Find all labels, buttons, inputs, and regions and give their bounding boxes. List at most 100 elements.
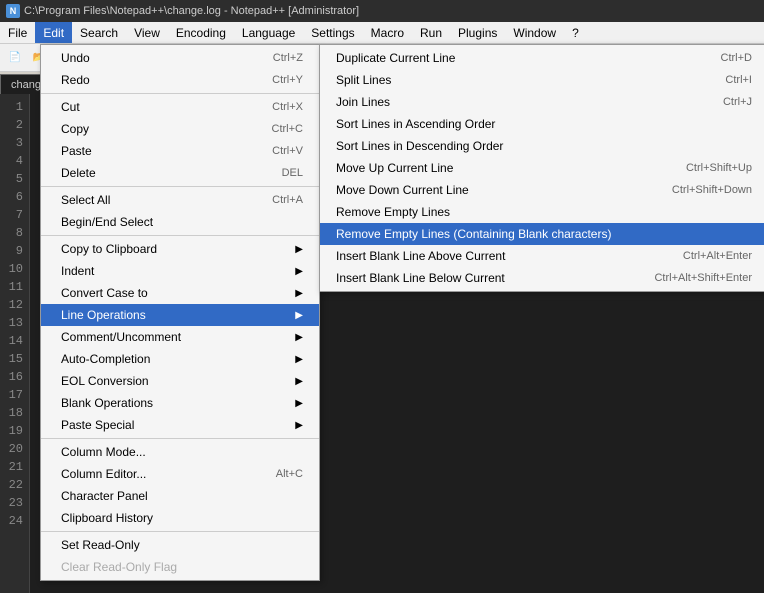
menu-pastespecial[interactable]: Paste Special ▶ [41, 414, 319, 436]
setreadonly-label: Set Read-Only [61, 538, 140, 552]
commentuncomment-label: Comment/Uncomment [61, 330, 181, 344]
menu-lineops[interactable]: Line Operations ▶ [41, 304, 319, 326]
convertcase-label: Convert Case to [61, 286, 148, 300]
duplicateline-shortcut: Ctrl+D [721, 52, 752, 64]
blankops-label: Blank Operations [61, 396, 153, 410]
clearreadonly-label: Clear Read-Only Flag [61, 560, 177, 574]
title-text: C:\Program Files\Notepad++\change.log - … [24, 5, 359, 17]
menu-charpanel[interactable]: Character Panel [41, 485, 319, 507]
submenu-duplicateline[interactable]: Duplicate Current Line Ctrl+D [320, 47, 764, 69]
menu-copytoclipboard[interactable]: Copy to Clipboard ▶ [41, 238, 319, 260]
paste-shortcut: Ctrl+V [272, 145, 303, 157]
submenu-sortdesc[interactable]: Sort Lines in Descending Order [320, 135, 764, 157]
copy-shortcut: Ctrl+C [272, 123, 303, 135]
removeempty-label: Remove Empty Lines [336, 205, 450, 219]
menu-redo[interactable]: Redo Ctrl+Y [41, 69, 319, 91]
menu-run[interactable]: Run [412, 22, 450, 43]
submenu-sortasc[interactable]: Sort Lines in Ascending Order [320, 113, 764, 135]
removeemptywithblank-label: Remove Empty Lines (Containing Blank cha… [336, 227, 611, 241]
indent-label: Indent [61, 264, 94, 278]
movedown-label: Move Down Current Line [336, 183, 469, 197]
menu-sep-2 [41, 186, 319, 187]
menu-settings[interactable]: Settings [303, 22, 362, 43]
submenu-movedown[interactable]: Move Down Current Line Ctrl+Shift+Down [320, 179, 764, 201]
menu-sep-4 [41, 438, 319, 439]
menu-macro[interactable]: Macro [363, 22, 412, 43]
selectall-label: Select All [61, 193, 110, 207]
insertblankbelow-label: Insert Blank Line Below Current [336, 271, 505, 285]
columneditor-label: Column Editor... [61, 467, 146, 481]
lineops-arrow: ▶ [295, 310, 303, 321]
joinlines-label: Join Lines [336, 95, 390, 109]
joinlines-shortcut: Ctrl+J [723, 96, 752, 108]
menu-sep-1 [41, 93, 319, 94]
charpanel-label: Character Panel [61, 489, 148, 503]
blankops-arrow: ▶ [295, 398, 303, 409]
redo-shortcut: Ctrl+Y [272, 74, 303, 86]
menu-window[interactable]: Window [505, 22, 564, 43]
menu-columnmode[interactable]: Column Mode... [41, 441, 319, 463]
columneditor-shortcut: Alt+C [276, 468, 303, 480]
menu-clearreadonly: Clear Read-Only Flag [41, 556, 319, 578]
eolconversion-arrow: ▶ [295, 376, 303, 387]
movedown-shortcut: Ctrl+Shift+Down [672, 184, 752, 196]
menu-undo[interactable]: Undo Ctrl+Z [41, 47, 319, 69]
app-icon: N [6, 4, 20, 18]
menu-file[interactable]: File [0, 22, 35, 43]
menu-columneditor[interactable]: Column Editor... Alt+C [41, 463, 319, 485]
edit-menu: Undo Ctrl+Z Redo Ctrl+Y Cut Ctrl+X Copy … [40, 44, 320, 581]
submenu-splitlines[interactable]: Split Lines Ctrl+I [320, 69, 764, 91]
autocompletion-arrow: ▶ [295, 354, 303, 365]
menu-sep-3 [41, 235, 319, 236]
paste-label: Paste [61, 144, 92, 158]
undo-label: Undo [61, 51, 90, 65]
submenu-joinlines[interactable]: Join Lines Ctrl+J [320, 91, 764, 113]
menu-search[interactable]: Search [72, 22, 126, 43]
pastespecial-arrow: ▶ [295, 420, 303, 431]
convertcase-arrow: ▶ [295, 288, 303, 299]
delete-label: Delete [61, 166, 96, 180]
menu-copy[interactable]: Copy Ctrl+C [41, 118, 319, 140]
submenu-removeemptywithblank[interactable]: Remove Empty Lines (Containing Blank cha… [320, 223, 764, 245]
lineops-submenu: Duplicate Current Line Ctrl+D Split Line… [319, 44, 764, 292]
submenu-insertblankbelow[interactable]: Insert Blank Line Below Current Ctrl+Alt… [320, 267, 764, 289]
menu-delete[interactable]: Delete DEL [41, 162, 319, 184]
submenu-insertblankabove[interactable]: Insert Blank Line Above Current Ctrl+Alt… [320, 245, 764, 267]
title-bar: N C:\Program Files\Notepad++\change.log … [0, 0, 764, 22]
menu-encoding[interactable]: Encoding [168, 22, 234, 43]
toolbar-new[interactable]: 📄 [4, 47, 26, 69]
undo-shortcut: Ctrl+Z [273, 52, 303, 64]
menu-selectall[interactable]: Select All Ctrl+A [41, 189, 319, 211]
menu-help[interactable]: ? [564, 22, 587, 43]
cut-shortcut: Ctrl+X [272, 101, 303, 113]
menu-setreadonly[interactable]: Set Read-Only [41, 534, 319, 556]
menu-edit[interactable]: Edit [35, 22, 72, 43]
menu-eolconversion[interactable]: EOL Conversion ▶ [41, 370, 319, 392]
insertblankbelow-shortcut: Ctrl+Alt+Shift+Enter [654, 272, 752, 284]
delete-shortcut: DEL [282, 167, 303, 179]
duplicateline-label: Duplicate Current Line [336, 51, 455, 65]
menu-cut[interactable]: Cut Ctrl+X [41, 96, 319, 118]
menu-autocompletion[interactable]: Auto-Completion ▶ [41, 348, 319, 370]
moveup-label: Move Up Current Line [336, 161, 453, 175]
menu-blankops[interactable]: Blank Operations ▶ [41, 392, 319, 414]
moveup-shortcut: Ctrl+Shift+Up [686, 162, 752, 174]
menu-view[interactable]: View [126, 22, 168, 43]
selectall-shortcut: Ctrl+A [272, 194, 303, 206]
menu-beginend[interactable]: Begin/End Select [41, 211, 319, 233]
splitlines-shortcut: Ctrl+I [725, 74, 752, 86]
menu-language[interactable]: Language [234, 22, 303, 43]
menu-plugins[interactable]: Plugins [450, 22, 505, 43]
menu-paste[interactable]: Paste Ctrl+V [41, 140, 319, 162]
menu-bar: File Edit Search View Encoding Language … [0, 22, 764, 44]
copytoclipboard-arrow: ▶ [295, 244, 303, 255]
columnmode-label: Column Mode... [61, 445, 146, 459]
menu-commentuncomment[interactable]: Comment/Uncomment ▶ [41, 326, 319, 348]
submenu-removeempty[interactable]: Remove Empty Lines [320, 201, 764, 223]
sortdesc-label: Sort Lines in Descending Order [336, 139, 503, 153]
submenu-moveup[interactable]: Move Up Current Line Ctrl+Shift+Up [320, 157, 764, 179]
menu-cliphistory[interactable]: Clipboard History [41, 507, 319, 529]
menu-convertcase[interactable]: Convert Case to ▶ [41, 282, 319, 304]
menu-indent[interactable]: Indent ▶ [41, 260, 319, 282]
pastespecial-label: Paste Special [61, 418, 134, 432]
